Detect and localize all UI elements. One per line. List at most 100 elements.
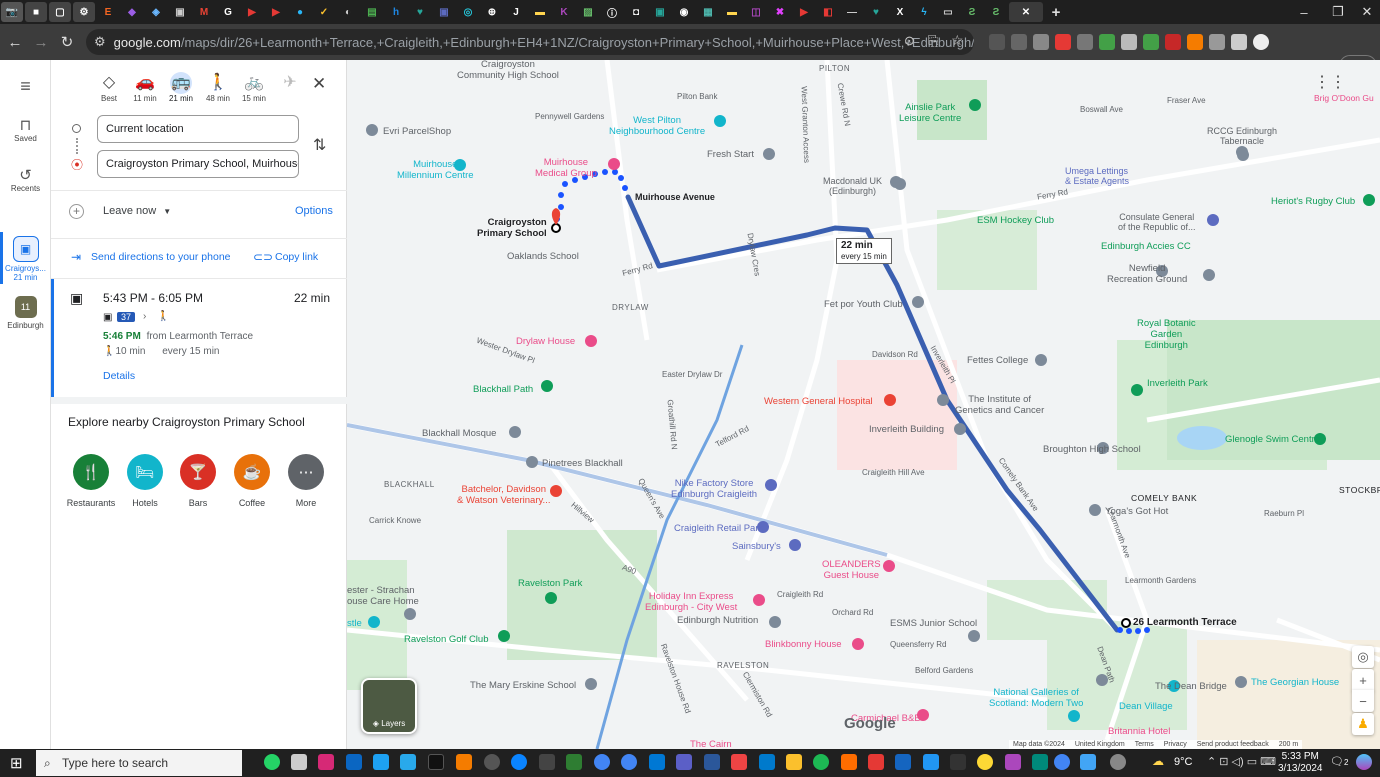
- extension-icon-5[interactable]: [1077, 34, 1093, 50]
- details-link[interactable]: Details: [103, 370, 135, 382]
- chrome-icon[interactable]: [594, 754, 610, 770]
- place-label[interactable]: Muirhouse Medical Group: [535, 157, 597, 179]
- tab-icon-7[interactable]: ▶: [265, 2, 287, 22]
- minimize-icon[interactable]: –: [1287, 0, 1321, 24]
- place-label[interactable]: Royal Botanic Garden Edinburgh: [1137, 318, 1196, 351]
- place-label[interactable]: Newfield Recreation Ground: [1107, 263, 1187, 285]
- instagram-icon[interactable]: [318, 754, 334, 770]
- place-label[interactable]: Broughton High School: [1043, 444, 1141, 455]
- close-window-icon[interactable]: ✕: [1350, 0, 1380, 24]
- swap-icon[interactable]: ⇅: [313, 135, 326, 155]
- zoom-in-button[interactable]: +: [1352, 669, 1374, 691]
- extension-icon-2[interactable]: [1011, 34, 1027, 50]
- map-canvas[interactable]: 22 min every 15 min Craigroyston Communit…: [347, 60, 1380, 749]
- my-location-icon[interactable]: ◎: [1352, 646, 1374, 668]
- tab-icon-15[interactable]: ◎: [457, 2, 479, 22]
- copy-link-button[interactable]: Copy link: [275, 251, 318, 263]
- place-label[interactable]: Glenogle Swim Centre: [1225, 434, 1320, 445]
- place-label[interactable]: RCCG Edinburgh Tabernacle: [1207, 126, 1277, 146]
- tab-icon-13[interactable]: ♥: [409, 2, 431, 22]
- place-label[interactable]: Blackhall Path: [473, 384, 533, 395]
- linkedin-icon[interactable]: [346, 754, 362, 770]
- outlook-icon[interactable]: [649, 754, 665, 770]
- extension-icon-10[interactable]: [1187, 34, 1203, 50]
- zoom-out-button[interactable]: −: [1352, 690, 1374, 712]
- bookmark-star-icon[interactable]: ☆: [951, 32, 964, 49]
- app-icon[interactable]: [1032, 754, 1048, 770]
- saved-button[interactable]: ⊓ Saved: [0, 116, 51, 143]
- close-icon[interactable]: ✕: [312, 74, 326, 94]
- mode-transit[interactable]: 🚌 21 min: [161, 72, 201, 103]
- tab-icon-29[interactable]: ▶: [793, 2, 815, 22]
- place-label[interactable]: Ainslie Park Leisure Centre: [899, 102, 961, 124]
- spotify-icon[interactable]: [813, 754, 829, 770]
- place-label[interactable]: Inverleith Building: [869, 424, 944, 435]
- place-label[interactable]: Pilton Bank: [677, 92, 717, 101]
- install-icon[interactable]: ⎘: [928, 33, 938, 49]
- tab-icon-10[interactable]: ◐: [337, 2, 359, 22]
- place-label[interactable]: Fettes College: [967, 355, 1028, 366]
- place-label[interactable]: Heriot's Rugby Club: [1271, 196, 1355, 207]
- tab-icon-19[interactable]: K: [553, 2, 575, 22]
- tab-icon-28[interactable]: ✖: [769, 2, 791, 22]
- app-icon[interactable]: [539, 754, 555, 770]
- word-icon[interactable]: [704, 754, 720, 770]
- tab-icon-20[interactable]: ▨: [577, 2, 599, 22]
- taskbar-search[interactable]: ⌕ Type here to search: [36, 750, 242, 776]
- feedback-link[interactable]: Send product feedback: [1197, 740, 1269, 749]
- tab-icon-17[interactable]: J: [505, 2, 527, 22]
- image-icon[interactable]: ▢: [49, 2, 71, 22]
- place-label[interactable]: Muirhouse Millennium Centre: [397, 159, 474, 181]
- place-label[interactable]: Nike Factory Store Edinburgh Craigleith: [671, 478, 757, 500]
- new-tab-button[interactable]: +: [1045, 2, 1067, 22]
- mode-cycling[interactable]: 🚲 15 min: [234, 72, 274, 103]
- place-label[interactable]: Macdonald UK (Edinburgh): [823, 176, 882, 196]
- file-explorer-icon[interactable]: [786, 754, 802, 770]
- tab-icon-37[interactable]: Ƨ: [985, 2, 1007, 22]
- tab-icon-31[interactable]: ―: [841, 2, 863, 22]
- place-label[interactable]: National Galleries of Scotland: Modern Tw…: [989, 687, 1083, 709]
- extension-icon-9[interactable]: [1165, 34, 1181, 50]
- tab-icon-11[interactable]: ▤: [361, 2, 383, 22]
- copilot-icon[interactable]: [1356, 754, 1372, 770]
- app-icon[interactable]: [566, 754, 582, 770]
- app-icon[interactable]: [511, 754, 527, 770]
- telegram-icon[interactable]: [400, 754, 416, 770]
- tab-gmail[interactable]: M: [193, 2, 215, 22]
- extension-icon-7[interactable]: [1121, 34, 1137, 50]
- category-hotels[interactable]: 🛏 Hotels: [115, 454, 175, 508]
- teams-icon[interactable]: [676, 754, 692, 770]
- tab-icon-16[interactable]: ⊕: [481, 2, 503, 22]
- tab-etsy[interactable]: E: [97, 2, 119, 22]
- place-label[interactable]: Sainsbury's: [732, 541, 781, 552]
- tab-icon-22[interactable]: ◘: [625, 2, 647, 22]
- options-button[interactable]: Options: [295, 205, 333, 217]
- category-coffee[interactable]: ☕ Coffee: [222, 454, 282, 508]
- origin-label[interactable]: 26 Learmonth Terrace: [1133, 617, 1237, 628]
- leave-now-dropdown[interactable]: Leave now ▼: [103, 205, 171, 217]
- gear-icon[interactable]: ⚙: [73, 2, 95, 22]
- chrome-active-icon[interactable]: [1054, 754, 1070, 770]
- place-label[interactable]: Blinkbonny House: [765, 639, 842, 650]
- place-label[interactable]: Drylaw House: [516, 336, 575, 347]
- place-label[interactable]: The Georgian House: [1251, 677, 1339, 688]
- mode-best[interactable]: ◇ Best: [89, 72, 129, 103]
- category-bars[interactable]: 🍸 Bars: [168, 454, 228, 508]
- pegman-icon[interactable]: ♟: [1352, 713, 1374, 735]
- scale-label[interactable]: 200 m: [1279, 740, 1298, 749]
- place-label[interactable]: Consulate General of the Republic of...: [1118, 212, 1196, 232]
- place-label[interactable]: Umega Lettings & Estate Agents: [1065, 166, 1129, 186]
- tab-icon-21[interactable]: ⓘ: [601, 2, 623, 22]
- tab-google[interactable]: G: [217, 2, 239, 22]
- route-option-card[interactable]: ▣ 5:43 PM - 6:05 PM 22 min ▣ 37 › 🚶 5:46…: [51, 279, 347, 397]
- tab-icon-3[interactable]: ◈: [145, 2, 167, 22]
- tab-icon-36[interactable]: Ƨ: [961, 2, 983, 22]
- menu-icon[interactable]: ≡: [0, 76, 51, 97]
- place-label[interactable]: stle: [347, 618, 362, 629]
- privacy-link[interactable]: Privacy: [1164, 740, 1187, 749]
- notifications-icon[interactable]: 🗨2: [1330, 755, 1348, 768]
- app-icon[interactable]: [1110, 754, 1126, 770]
- app-icon[interactable]: [428, 754, 444, 770]
- place-label[interactable]: Holiday Inn Express Edinburgh - City West: [645, 591, 737, 613]
- layers-button[interactable]: ◈ Layers: [361, 678, 417, 734]
